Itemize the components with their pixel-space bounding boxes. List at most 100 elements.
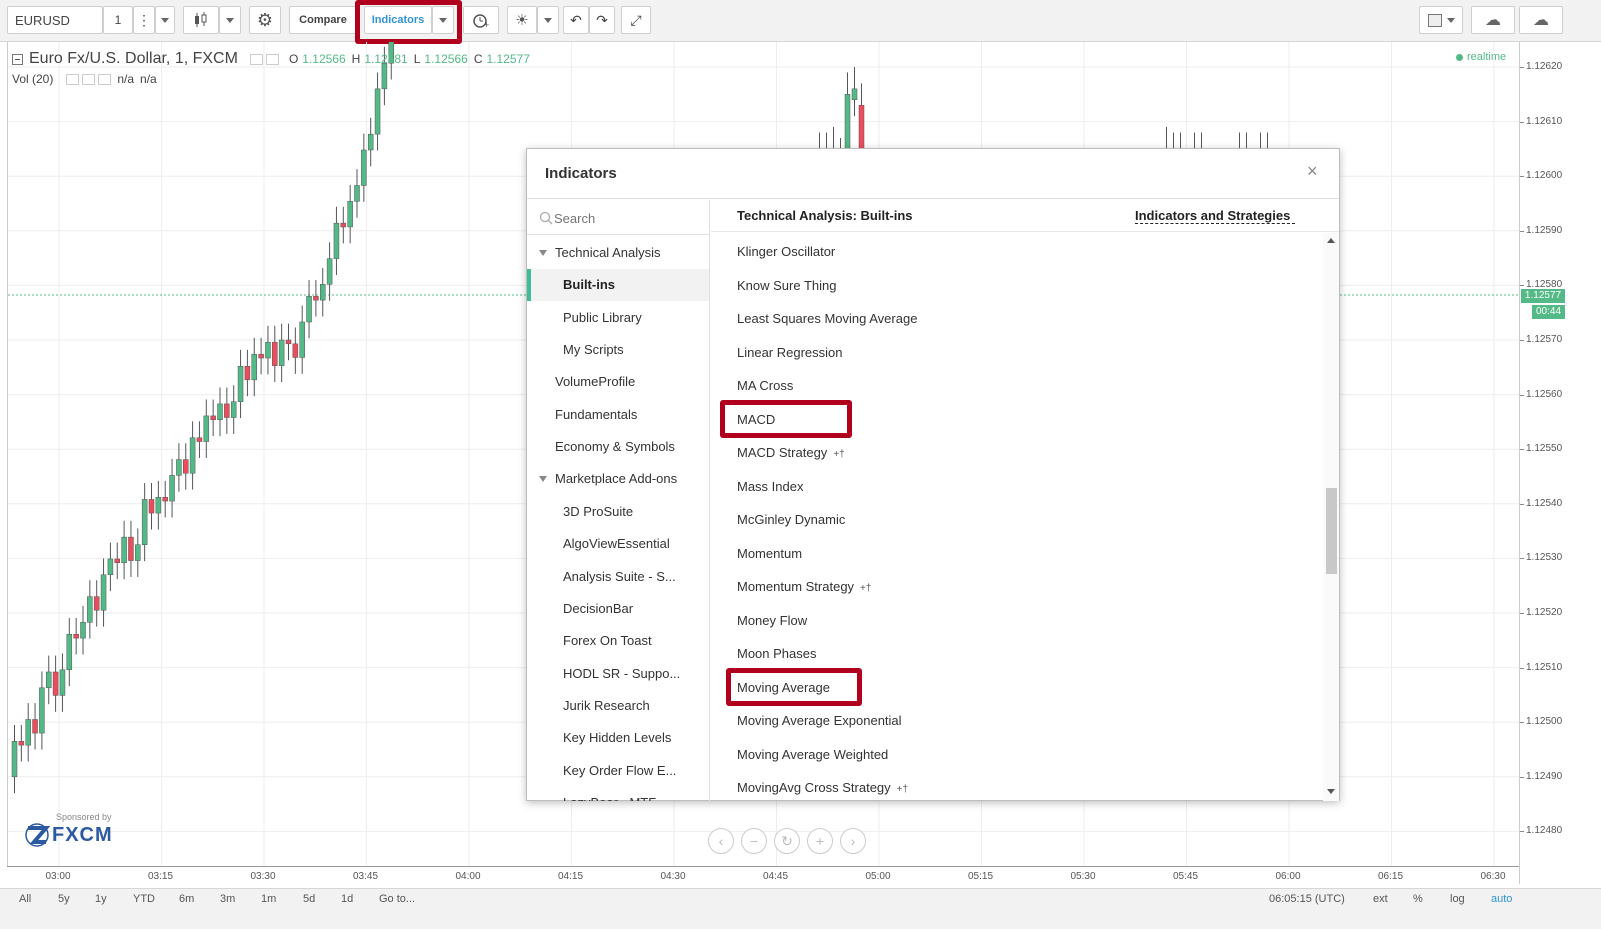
category-item[interactable]: HODL SR - Suppo... (527, 658, 709, 690)
interval-button[interactable]: 1 (103, 6, 133, 34)
range-button[interactable]: 3m (220, 893, 235, 905)
indicator-item[interactable]: Know Sure Thing (737, 278, 837, 293)
close-icon[interactable]: × (1307, 161, 1318, 182)
candle-body (169, 475, 175, 502)
eye-icon[interactable] (66, 73, 80, 85)
extended-hours-toggle[interactable]: ext (1373, 893, 1388, 905)
percent-scale-toggle[interactable]: % (1413, 893, 1423, 905)
collapse-icon[interactable] (12, 53, 23, 65)
symbol-input[interactable]: EURUSD (7, 6, 103, 34)
high-label: H (351, 52, 361, 66)
settings-button[interactable]: ⚙ (249, 6, 281, 34)
category-item[interactable]: Key Order Flow E... (527, 755, 709, 787)
zoom-out-button[interactable]: − (741, 828, 767, 854)
range-button[interactable]: Go to... (379, 893, 415, 905)
strategy-item[interactable]: MovingAvg Cross Strategy +† (737, 780, 908, 795)
range-button[interactable]: 5y (58, 893, 70, 905)
category-group[interactable]: Marketplace Add-ons (527, 463, 709, 495)
category-item[interactable]: Jurik Research (527, 690, 709, 722)
eye-icon[interactable] (249, 53, 263, 65)
category-item[interactable]: Built-ins (527, 269, 709, 302)
strategy-item[interactable]: MACD Strategy +† (737, 445, 845, 460)
range-button[interactable]: All (19, 893, 31, 905)
category-item[interactable]: Economy & Symbols (527, 431, 709, 463)
interval-dropdown-button[interactable] (155, 6, 175, 34)
candle-body (46, 671, 52, 689)
range-button[interactable]: YTD (133, 893, 155, 905)
reset-chart-button[interactable]: ↻ (774, 828, 800, 854)
range-button[interactable]: 5d (303, 893, 315, 905)
chart-style-dropdown-button[interactable] (219, 6, 241, 34)
indicator-item[interactable]: Moving Average Weighted (737, 747, 888, 762)
category-item[interactable]: My Scripts (527, 334, 709, 366)
indicator-item[interactable]: Mass Index (737, 479, 803, 494)
auto-scale-toggle[interactable]: auto (1491, 893, 1512, 905)
category-item[interactable]: VolumeProfile (527, 366, 709, 398)
category-item[interactable]: Key Hidden Levels (527, 722, 709, 754)
utc-clock[interactable]: 06:05:15 (UTC) (1269, 893, 1345, 905)
indicator-item[interactable]: Least Squares Moving Average (737, 311, 917, 326)
indicator-item[interactable]: Momentum (737, 546, 802, 561)
settings-icon[interactable] (265, 53, 279, 65)
volume-title[interactable]: Vol (20) (12, 72, 53, 86)
category-item[interactable]: AlgoViewEssential (527, 528, 709, 560)
category-item[interactable]: Forex On Toast (527, 625, 709, 657)
range-button[interactable]: 1y (95, 893, 107, 905)
category-item[interactable]: LazyBear - MTF... (527, 787, 709, 801)
ideas-dropdown-button[interactable] (537, 6, 559, 34)
category-item[interactable]: Analysis Suite - S... (527, 561, 709, 593)
fullscreen-button[interactable]: ⤢ (621, 6, 651, 34)
settings-icon[interactable] (82, 73, 96, 85)
zoom-in-button[interactable]: + (807, 828, 833, 854)
remove-icon[interactable] (98, 73, 112, 85)
redo-button[interactable]: ↷ (589, 6, 615, 34)
scrollbar-thumb[interactable] (1326, 488, 1337, 574)
compare-button[interactable]: Compare (289, 6, 357, 34)
log-scale-toggle[interactable]: log (1450, 893, 1465, 905)
chart-style-button[interactable] (183, 6, 219, 34)
filter-dropdown[interactable]: Indicators and Strategies (1135, 208, 1296, 224)
indicator-item[interactable]: Klinger Oscillator (737, 244, 835, 259)
category-label: Jurik Research (563, 697, 650, 713)
series-title[interactable]: Euro Fx/U.S. Dollar, 1, FXCM (29, 50, 238, 68)
add-alert-button[interactable]: + (463, 6, 499, 34)
category-group[interactable]: Technical Analysis (527, 237, 709, 269)
range-button[interactable]: 1m (261, 893, 276, 905)
scroll-up-icon[interactable] (1327, 238, 1335, 243)
indicator-item[interactable]: McGinley Dynamic (737, 512, 845, 527)
indicator-item[interactable]: Moving Average Exponential (737, 713, 902, 728)
scrollbar[interactable] (1323, 233, 1339, 801)
sponsor-logo[interactable]: Sponsored by FXCM (24, 812, 113, 848)
range-button[interactable]: 1d (341, 893, 353, 905)
close-value: 1.12577 (486, 52, 530, 66)
ideas-button[interactable]: ☀ (507, 6, 537, 34)
search-field[interactable] (527, 200, 709, 235)
category-item[interactable]: DecisionBar (527, 593, 709, 625)
scroll-left-button[interactable]: ‹ (708, 828, 734, 854)
strategy-item[interactable]: Momentum Strategy +† (737, 579, 871, 594)
candle-body (858, 104, 865, 155)
indicator-item[interactable]: Money Flow (737, 613, 807, 628)
search-input[interactable] (554, 208, 704, 228)
interval-menu-icon[interactable]: ⋮ (133, 6, 155, 34)
cloud-save-button[interactable]: ☁ (1519, 6, 1563, 34)
category-item[interactable]: Public Library (527, 302, 709, 334)
candle-body (851, 88, 858, 101)
category-item[interactable]: 3D ProSuite (527, 496, 709, 528)
time-axis[interactable]: 03:00 03:15 03:30 03:45 04:00 04:15 04:30 04:45… (7, 866, 1519, 888)
scroll-right-button[interactable]: › (840, 828, 866, 854)
indicator-item[interactable]: Linear Regression (737, 345, 843, 360)
price-axis[interactable]: 1.12620 1.12610 1.12600 1.12590 1.12580 1.125… (1519, 42, 1601, 884)
category-item[interactable]: Fundamentals (527, 399, 709, 431)
cloud-load-button[interactable]: ☁ (1471, 6, 1515, 34)
undo-button[interactable]: ↶ (563, 6, 589, 34)
indicator-item[interactable]: MA Cross (737, 378, 793, 393)
time-tick-label: 04:00 (455, 871, 481, 882)
indicator-item[interactable]: Moon Phases (737, 646, 817, 661)
range-button[interactable]: 6m (179, 893, 194, 905)
indicator-label: Moon Phases (737, 646, 817, 661)
scroll-down-icon[interactable] (1327, 789, 1335, 794)
live-dot-icon (1456, 53, 1463, 61)
category-label: Fundamentals (555, 406, 638, 422)
layout-button[interactable] (1419, 6, 1463, 34)
